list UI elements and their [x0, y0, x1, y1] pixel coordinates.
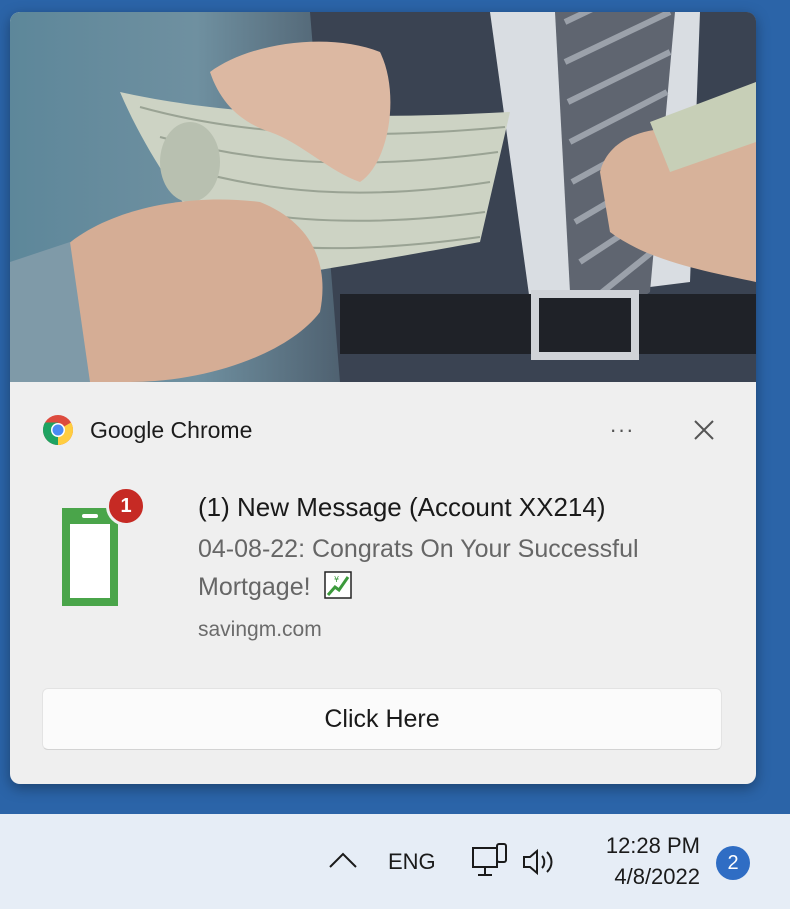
notification-title: (1) New Message (Account XX214) — [198, 492, 606, 522]
more-options-icon: ··· — [609, 417, 635, 442]
chart-increasing-yen-icon: ¥ — [323, 571, 352, 599]
network-icon[interactable] — [470, 842, 510, 880]
notification-header: Google Chrome ··· — [42, 412, 732, 448]
language-indicator[interactable]: ENG — [388, 849, 436, 875]
unread-count-badge: 1 — [106, 486, 146, 526]
notification-body-text: 04-08-22: Congrats On Your Successful Mo… — [198, 535, 639, 601]
volume-icon[interactable] — [520, 846, 560, 878]
notification-hero-image — [10, 12, 756, 382]
click-here-button[interactable]: Click Here — [42, 688, 722, 750]
notification-center-badge[interactable]: 2 — [716, 846, 750, 880]
notification-source: savingm.com — [198, 618, 322, 641]
clock-date: 4/8/2022 — [614, 864, 700, 889]
clock-time: 12:28 PM — [605, 833, 700, 858]
notification-body: 04-08-22: Congrats On Your Successful Mo… — [198, 530, 718, 606]
taskbar: ENG 12:28 PM 4/8/2022 2 — [0, 814, 790, 909]
notification-toast[interactable]: Google Chrome ··· 1 (1) New Message (Acc… — [10, 12, 756, 784]
more-options-button[interactable]: ··· — [602, 412, 642, 448]
close-icon — [694, 420, 714, 440]
app-name: Google Chrome — [90, 416, 253, 443]
close-notification-button[interactable] — [684, 412, 724, 448]
taskbar-clock[interactable]: 12:28 PM 4/8/2022 — [584, 830, 700, 892]
money-handover-image — [10, 12, 756, 382]
chrome-logo-icon — [42, 415, 74, 445]
chevron-up-icon[interactable] — [326, 848, 360, 872]
svg-text:¥: ¥ — [334, 575, 339, 584]
